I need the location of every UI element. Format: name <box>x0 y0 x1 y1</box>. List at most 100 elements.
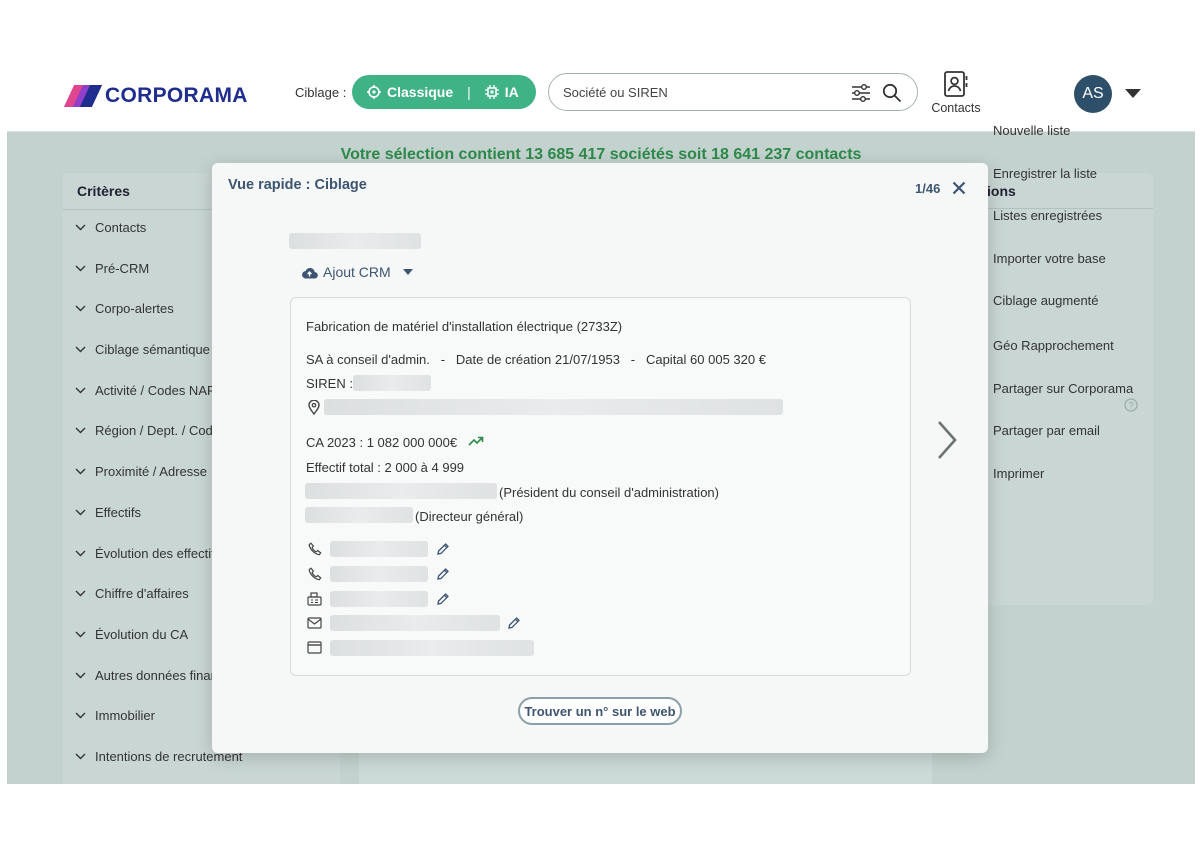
criteria-item-label: Contacts <box>95 220 147 235</box>
fax-icon <box>307 592 322 606</box>
logo-text: CORPORAMA <box>105 84 248 107</box>
target-icon <box>367 85 381 99</box>
browser-window-icon <box>307 641 322 654</box>
action-item[interactable]: Géo Rapprochement <box>993 338 1114 353</box>
siren-label: SIREN : <box>306 376 353 391</box>
contacts-button[interactable]: Contacts <box>925 71 987 121</box>
corporama-logo[interactable]: CORPORAMA <box>63 83 248 109</box>
edit-pencil-icon[interactable] <box>436 542 450 556</box>
dropdown-caret-icon <box>402 269 413 275</box>
company-card: Fabrication de matériel d'installation é… <box>290 297 911 676</box>
chevron-down-icon <box>75 590 86 597</box>
criteria-item-label: Corpo-alertes <box>95 301 174 317</box>
chip-icon <box>484 85 499 99</box>
criteria-item-label: Proximité / Adresse <box>95 464 207 480</box>
action-item[interactable]: Partager sur Corporama <box>993 381 1133 396</box>
action-item[interactable]: Enregistrer la liste <box>993 166 1097 181</box>
criteria-item-label: Ciblage sémantique <box>95 342 210 358</box>
modal-title: Vue rapide : Ciblage <box>228 177 367 193</box>
executive-1-name-redacted <box>305 483 497 499</box>
action-item[interactable]: Importer votre base <box>993 251 1106 266</box>
chevron-down-icon <box>75 550 86 556</box>
chevron-down-icon <box>75 509 86 516</box>
action-item[interactable]: Nouvelle liste <box>993 123 1070 138</box>
filter-sliders-icon[interactable] <box>851 84 871 102</box>
user-avatar[interactable]: AS <box>1074 75 1112 113</box>
email-redacted <box>330 615 500 631</box>
search-input[interactable] <box>563 83 833 101</box>
executive-1-role: (Président du conseil d'administration) <box>499 485 719 500</box>
phone-icon <box>308 542 322 556</box>
legal-info-line: SA à conseil d'admin. - Date de création… <box>306 352 766 367</box>
contacts-label: Contacts <box>931 101 981 115</box>
company-name-redacted <box>289 233 421 249</box>
criteria-item-label: Évolution du CA <box>95 626 189 642</box>
ciblage-label: Ciblage : <box>295 85 347 100</box>
search-icon[interactable] <box>882 83 902 103</box>
chevron-down-icon <box>75 427 86 434</box>
close-icon[interactable] <box>952 181 966 195</box>
trend-up-icon <box>468 436 484 446</box>
chevron-down-icon <box>75 265 86 272</box>
chevron-down-icon <box>75 468 86 475</box>
executive-2-role: (Directeur général) <box>415 509 524 524</box>
action-item[interactable]: Imprimer <box>993 466 1044 481</box>
contacts-icon <box>944 71 968 97</box>
chevron-down-icon <box>75 712 86 719</box>
caret-down-icon[interactable] <box>1124 88 1142 100</box>
ciblage-mode-toggle: Classique | IA <box>352 75 536 109</box>
quick-view-modal: Vue rapide : Ciblage 1/46 Ajout CRM Fabr… <box>212 163 988 753</box>
app-window: CORPORAMA Ciblage : Classique | IA Conta… <box>7 66 1195 784</box>
company-search <box>548 73 918 111</box>
mode-ia-label: IA <box>504 84 519 100</box>
action-item[interactable]: Partager par email <box>993 423 1100 438</box>
logo-mark <box>63 85 103 107</box>
criteria-item-label: Pré-CRM <box>95 260 150 276</box>
chevron-down-icon <box>75 672 86 679</box>
phone-2-redacted <box>330 566 428 582</box>
svg-text:?: ? <box>1128 401 1133 411</box>
ajout-crm-label: Ajout CRM <box>323 264 391 280</box>
criteria-item-label: Effectifs <box>95 504 142 520</box>
address-redacted <box>324 399 783 415</box>
find-number-on-web-button[interactable]: Trouver un n° sur le web <box>518 697 682 725</box>
criteria-item-label: Activité / Codes NAF <box>95 382 215 398</box>
siren-redacted <box>353 375 431 391</box>
mail-icon <box>307 617 322 629</box>
edit-pencil-icon[interactable] <box>436 567 450 581</box>
help-icon[interactable]: ? <box>1124 398 1138 412</box>
chevron-down-icon <box>75 753 86 760</box>
actions-title: ions <box>987 183 1016 199</box>
chevron-down-icon <box>75 631 86 638</box>
criteria-item-label: Évolution des effectifs <box>95 545 222 561</box>
action-item[interactable]: Ciblage augmenté <box>993 293 1099 308</box>
chevron-down-icon <box>75 387 86 394</box>
website-redacted <box>330 640 534 656</box>
activity-line: Fabrication de matériel d'installation é… <box>306 319 623 334</box>
edit-pencil-icon[interactable] <box>436 592 450 606</box>
result-counter: 1/46 <box>915 181 941 196</box>
ajout-crm-button[interactable]: Ajout CRM <box>301 264 413 280</box>
mode-classique-label: Classique <box>387 84 454 100</box>
executive-2-name-redacted <box>305 507 413 523</box>
selection-summary: Votre sélection contient 13 685 417 soci… <box>340 146 862 163</box>
chevron-down-icon <box>75 224 86 231</box>
mode-classique-button[interactable]: Classique <box>352 75 453 109</box>
chevron-right-icon[interactable] <box>934 418 960 462</box>
revenue-line: CA 2023 : 1 082 000 000€ <box>306 435 458 450</box>
edit-pencil-icon[interactable] <box>507 616 521 630</box>
action-item[interactable]: Listes enregistrées <box>993 208 1102 223</box>
chevron-down-icon <box>75 305 86 312</box>
phone-icon <box>308 567 322 581</box>
location-pin-icon <box>308 400 320 415</box>
chevron-down-icon <box>75 346 86 353</box>
criteria-item-label: Immobilier <box>95 708 155 724</box>
criteria-item-label: Chiffre d'affaires <box>95 586 189 602</box>
phone-1-redacted <box>330 541 428 557</box>
mode-separator: | <box>467 84 471 100</box>
cloud-upload-icon <box>302 267 318 279</box>
criteria-item-label: Région / Dept. / Code <box>95 423 221 439</box>
headcount-line: Effectif total : 2 000 à 4 999 <box>306 460 465 475</box>
fax-redacted <box>330 591 428 607</box>
mode-ia-button[interactable]: IA <box>484 75 519 109</box>
